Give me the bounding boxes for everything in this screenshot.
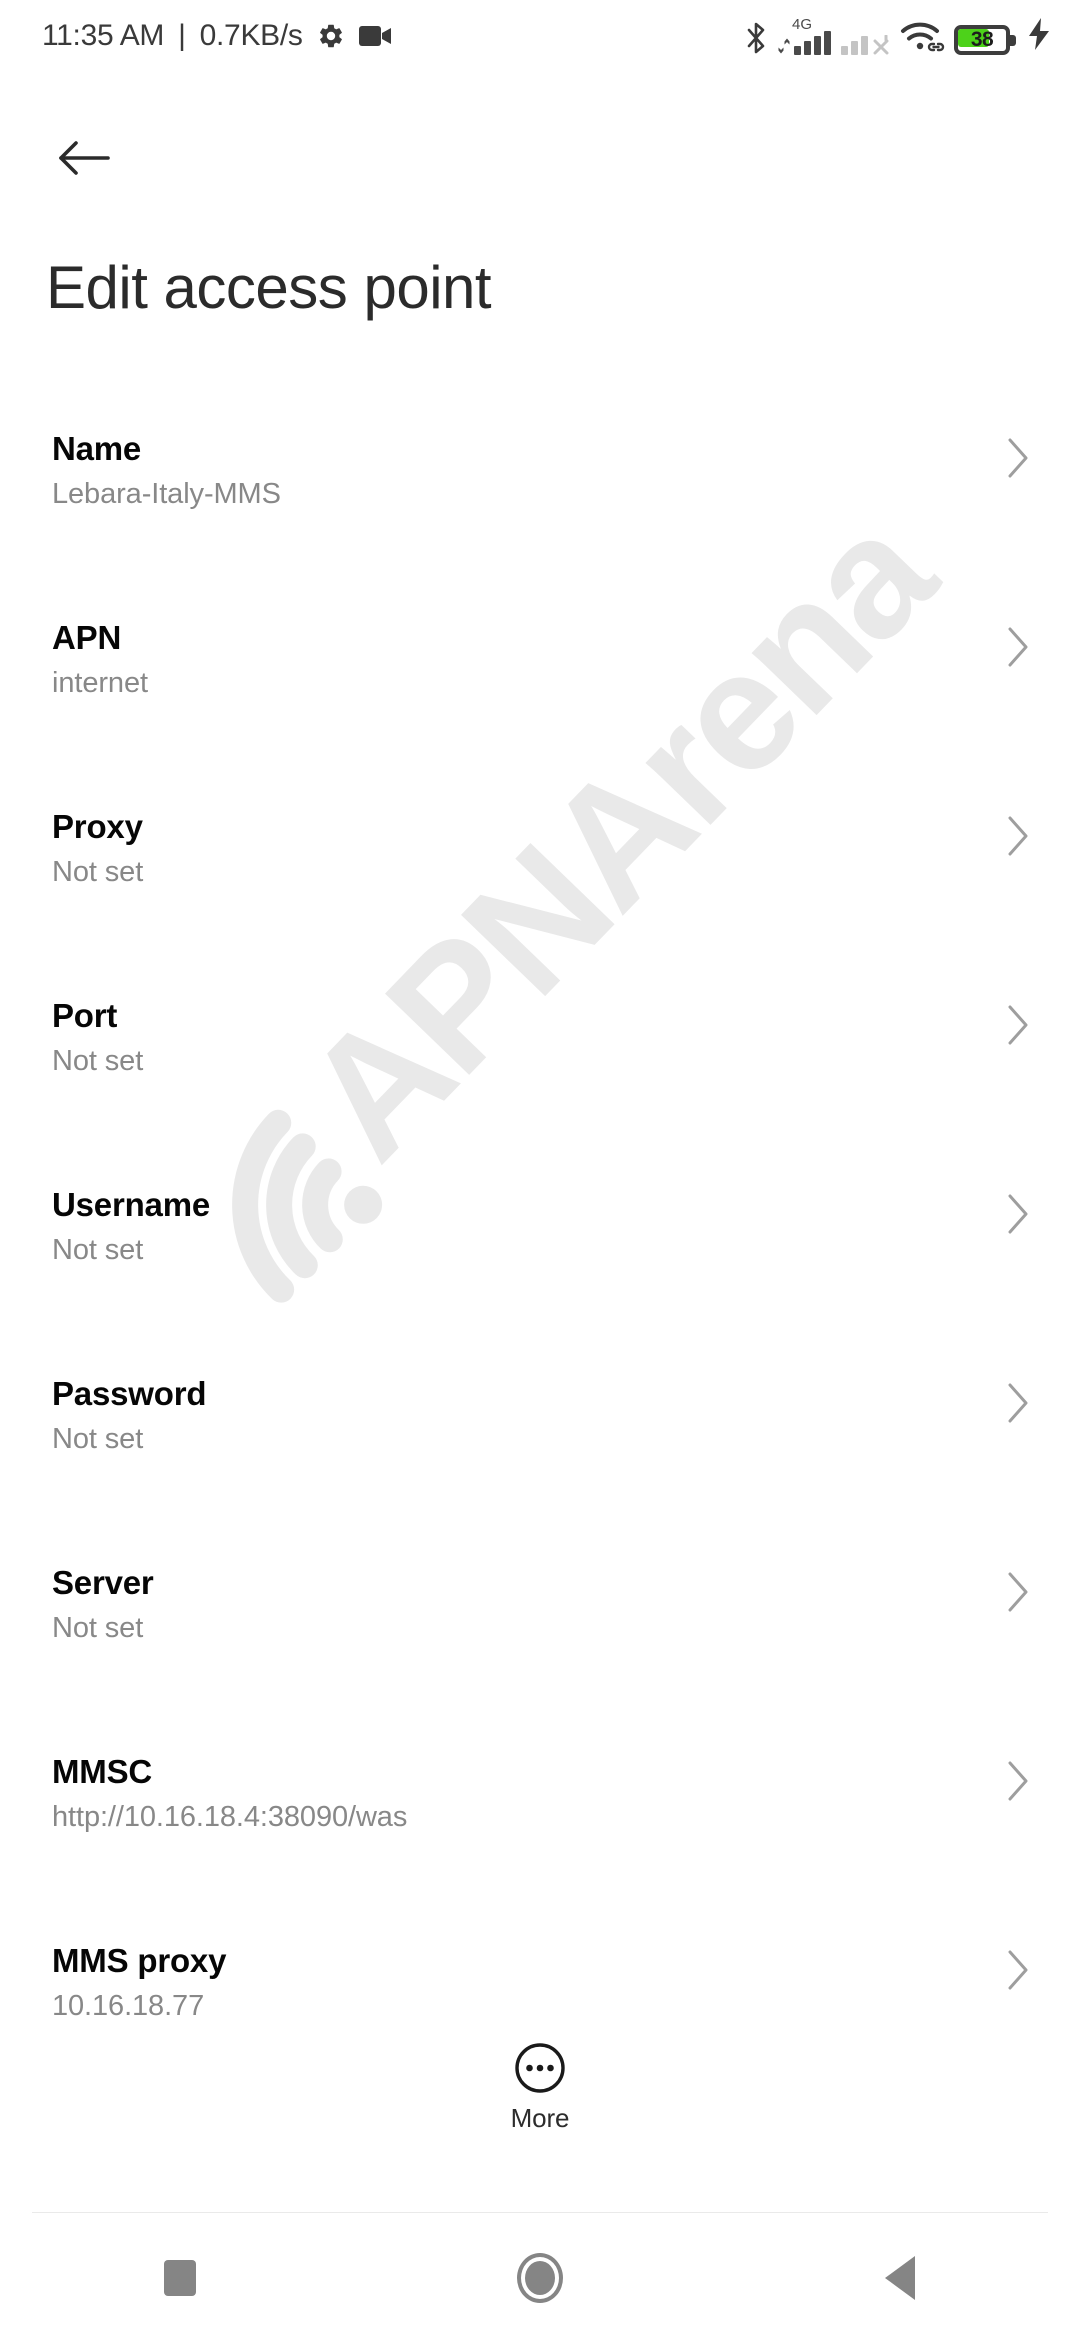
setting-row-mmsc[interactable]: MMSC http://10.16.18.4:38090/was <box>0 1735 1080 1924</box>
more-button-label: More <box>510 2103 570 2133</box>
charging-bolt-icon <box>1026 17 1052 55</box>
wifi-icon <box>900 21 945 55</box>
gear-icon <box>317 22 345 50</box>
battery-icon: 38 <box>954 24 1016 55</box>
chevron-right-icon <box>1008 1005 1028 1045</box>
setting-row-username[interactable]: Username Not set <box>0 1168 1080 1357</box>
setting-value: internet <box>52 667 148 699</box>
setting-title: APN <box>52 619 122 656</box>
setting-value: Not set <box>52 1423 144 1455</box>
setting-title: Password <box>52 1375 207 1412</box>
status-bar-left: 11:35 AM | 0.7KB/s <box>42 19 393 53</box>
chevron-right-icon <box>1008 1383 1028 1423</box>
chevron-right-icon <box>1008 1761 1028 1801</box>
signal-no-service-icon <box>841 29 890 55</box>
chevron-right-icon <box>1008 1194 1028 1234</box>
page-title: Edit access point <box>46 254 492 321</box>
triangle-left-icon <box>885 2255 915 2300</box>
setting-row-name[interactable]: Name Lebara-Italy-MMS <box>0 412 1080 601</box>
setting-title: Server <box>52 1564 154 1601</box>
setting-value: Not set <box>52 1234 144 1266</box>
nav-home-button[interactable] <box>360 2215 720 2340</box>
setting-title: Port <box>52 997 118 1034</box>
setting-row-password[interactable]: Password Not set <box>0 1357 1080 1546</box>
more-dots-icon <box>515 2043 565 2093</box>
circle-icon <box>517 2252 563 2303</box>
signal-network-label: 4G <box>792 15 813 33</box>
setting-value: 10.16.18.77 <box>52 1990 205 2022</box>
setting-title: Name <box>52 430 142 467</box>
status-bar-network-speed: 0.7KB/s <box>199 19 303 52</box>
battery-level-text: 38 <box>970 27 994 51</box>
setting-title: Username <box>52 1186 210 1223</box>
setting-row-apn[interactable]: APN internet <box>0 601 1080 790</box>
setting-value: Not set <box>52 1045 144 1077</box>
nav-divider <box>32 2212 1048 2213</box>
navigation-bar <box>0 2215 1080 2340</box>
setting-value: Lebara-Italy-MMS <box>52 478 281 510</box>
square-icon <box>164 2259 196 2296</box>
chevron-right-icon <box>1008 627 1028 667</box>
setting-row-server[interactable]: Server Not set <box>0 1546 1080 1735</box>
signal-bars-4g-icon: 4G <box>778 17 831 55</box>
chevron-right-icon <box>1008 1950 1028 1990</box>
nav-back-button[interactable] <box>720 2215 1080 2340</box>
settings-list: Name Lebara-Italy-MMS APN internet Proxy… <box>0 412 1080 2113</box>
setting-value: http://10.16.18.4:38090/was <box>52 1801 408 1833</box>
status-bar-separator: | <box>178 19 186 52</box>
nav-recents-button[interactable] <box>0 2215 360 2340</box>
status-bar-time: 11:35 AM <box>42 19 165 52</box>
setting-value: Not set <box>52 1612 144 1644</box>
bluetooth-icon <box>744 21 768 55</box>
setting-title: MMSC <box>52 1753 153 1790</box>
setting-title: MMS proxy <box>52 1942 227 1979</box>
status-bar-right: 4G 38 <box>744 17 1052 55</box>
more-button[interactable]: More <box>0 2042 1080 2134</box>
setting-row-port[interactable]: Port Not set <box>0 979 1080 1168</box>
status-bar: 11:35 AM | 0.7KB/s 4G 38 <box>0 0 1080 72</box>
video-camera-icon <box>358 24 393 48</box>
setting-title: Proxy <box>52 808 143 845</box>
arrow-left-icon <box>59 141 110 175</box>
back-button[interactable] <box>58 118 138 198</box>
setting-value: Not set <box>52 856 144 888</box>
chevron-right-icon <box>1008 438 1028 478</box>
setting-row-proxy[interactable]: Proxy Not set <box>0 790 1080 979</box>
chevron-right-icon <box>1008 1572 1028 1612</box>
chevron-right-icon <box>1008 816 1028 856</box>
